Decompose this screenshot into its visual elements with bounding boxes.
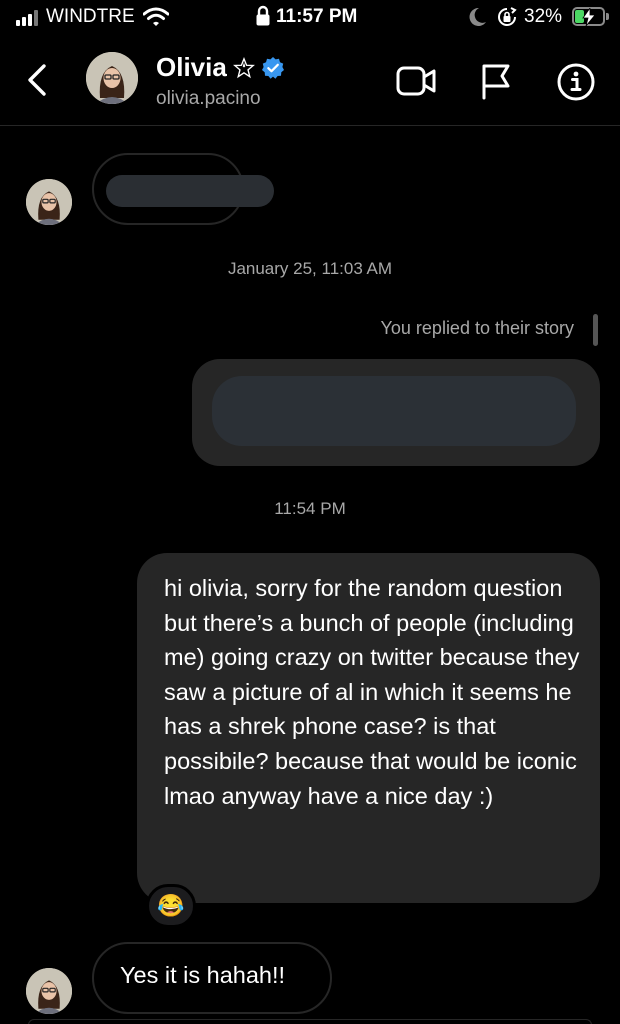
verified-icon — [261, 56, 284, 79]
contact-username[interactable]: olivia.pacino — [156, 88, 261, 110]
clock: 11:57 PM — [276, 6, 358, 27]
flag-icon[interactable] — [480, 62, 514, 100]
battery-charging-icon — [572, 7, 605, 26]
star-icon — [232, 56, 255, 78]
dm-screen: WINDTRE 11:57 PM 32% Olivia olivia.pacin… — [0, 0, 620, 1024]
avatar[interactable] — [26, 968, 72, 1014]
message-timestamp: 11:54 PM — [274, 499, 346, 518]
message-text: hi olivia, sorry for the random question… — [164, 575, 580, 809]
info-icon[interactable] — [556, 62, 596, 102]
wifi-icon — [143, 7, 169, 26]
reaction-emoji[interactable]: 😂 — [146, 884, 196, 928]
carrier-name: WINDTRE — [46, 6, 135, 27]
orientation-lock-icon — [498, 7, 517, 26]
avatar[interactable] — [26, 179, 72, 225]
video-call-icon[interactable] — [396, 62, 438, 100]
back-chevron-icon[interactable] — [22, 60, 52, 100]
composer-edge — [28, 1019, 592, 1024]
chat-header: Olivia olivia.pacino — [0, 34, 620, 126]
story-reply-bar — [593, 314, 598, 346]
story-reply-label: You replied to their story — [380, 318, 574, 338]
message-text: Yes it is hahah!! — [120, 962, 286, 988]
battery-nub — [606, 13, 609, 20]
redacted-content — [106, 175, 274, 207]
status-bar: WINDTRE 11:57 PM 32% — [0, 0, 620, 34]
message-timestamp: January 25, 11:03 AM — [227, 259, 393, 278]
contact-name: Olivia — [156, 52, 227, 82]
contact-name-row[interactable]: Olivia — [156, 52, 285, 83]
avatar[interactable] — [86, 52, 138, 104]
battery-percent: 32% — [524, 6, 563, 27]
lock-icon — [256, 5, 270, 26]
signal-icon — [16, 10, 42, 26]
moon-icon — [469, 7, 486, 26]
redacted-content — [212, 376, 576, 446]
